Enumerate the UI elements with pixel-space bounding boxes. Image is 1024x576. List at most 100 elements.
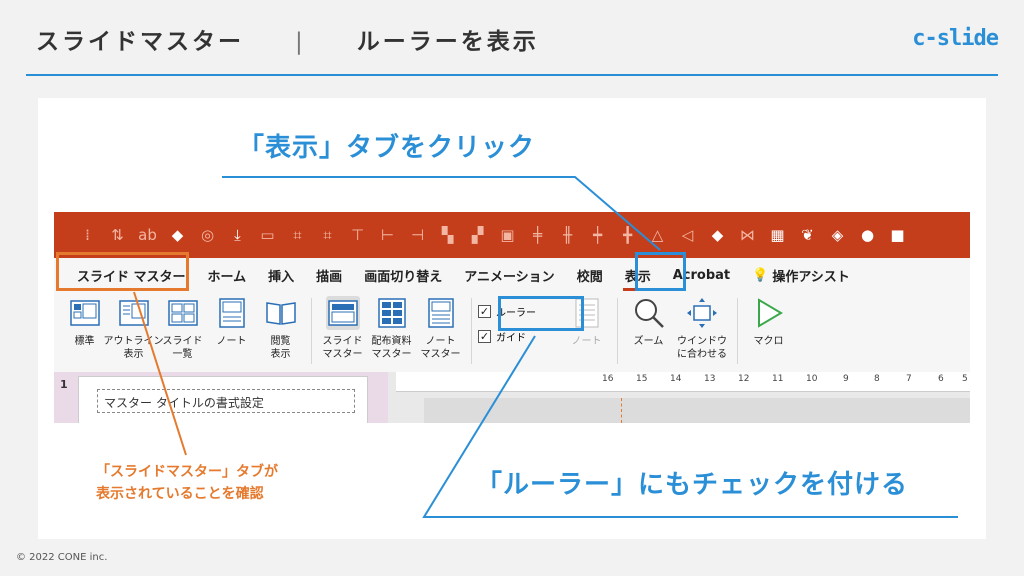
- ruler-tick: 16: [602, 374, 614, 384]
- workspace: 1 マスター タイトルの書式設定 16 15 14 13 12 11 10 9 …: [54, 372, 970, 423]
- slide-canvas[interactable]: [424, 398, 970, 423]
- ruler-tick: 5: [962, 374, 968, 384]
- table-icon[interactable]: ▦: [768, 226, 787, 244]
- thumbnail-pane: 1 マスター タイトルの書式設定: [54, 372, 388, 423]
- slide-sorter-button[interactable]: スライド 一覧: [158, 296, 207, 361]
- highlight-slide-master-tab: [56, 252, 189, 291]
- ungroup-icon[interactable]: ▞: [468, 226, 487, 244]
- format-icon[interactable]: ▭: [258, 226, 277, 244]
- callout-master-tab: 「スライドマスター」タブが 表示されていることを確認: [96, 461, 278, 505]
- tab-animations[interactable]: アニメーション: [453, 266, 565, 285]
- download-icon[interactable]: ⤓: [228, 226, 247, 244]
- crop-2-icon[interactable]: ⌗: [318, 226, 337, 244]
- align-top-icon[interactable]: ⊤: [348, 226, 367, 244]
- fit-window-button[interactable]: ウインドウ に合わせる: [673, 296, 731, 361]
- ribbon-divider: [471, 298, 472, 364]
- handout-master-button[interactable]: 配布資料 マスター: [367, 296, 416, 361]
- slide-thumbnail[interactable]: マスター タイトルの書式設定: [78, 376, 368, 423]
- ruler-check-icon: ✓: [478, 305, 491, 318]
- reading-view-button[interactable]: 閲覧 表示: [256, 296, 305, 361]
- ruler-tick: 13: [704, 374, 716, 384]
- group-icon[interactable]: ▚: [438, 226, 457, 244]
- tell-me-label: 操作アシスト: [772, 269, 850, 285]
- normal-view-icon: [68, 296, 102, 330]
- slide-title-sub: ルーラーを表示: [356, 29, 539, 55]
- outline-view-label-2: 表示: [123, 349, 144, 360]
- ribbon-divider: [311, 298, 312, 364]
- slide-master-label-1: スライド: [322, 336, 363, 347]
- reading-view-label-1: 閲覧: [270, 336, 291, 347]
- copyright: © 2022 CONE inc.: [16, 552, 108, 563]
- crop-icon[interactable]: ⌗: [288, 226, 307, 244]
- tag-icon[interactable]: ◆: [708, 226, 727, 244]
- leaf-icon[interactable]: ❦: [798, 226, 817, 244]
- ruler-tick: 12: [738, 374, 750, 384]
- shapes-icon[interactable]: ◈: [828, 226, 847, 244]
- callout-master-tab-line1: 「スライドマスター」タブが: [96, 464, 278, 480]
- tab-review[interactable]: 校閲: [566, 266, 614, 285]
- circle-icon[interactable]: ●: [858, 226, 877, 244]
- frame-icon[interactable]: ▣: [498, 226, 517, 244]
- notes-toggle-label: ノート: [571, 336, 602, 347]
- shape-fill-icon[interactable]: ◆: [168, 226, 187, 244]
- lightbulb-icon: 💡: [752, 267, 769, 283]
- effects-icon[interactable]: ◎: [198, 226, 217, 244]
- normal-view-button[interactable]: 標準: [60, 296, 109, 348]
- brand-logo: c-slide: [912, 26, 999, 51]
- text-ab-icon[interactable]: ab: [138, 226, 157, 244]
- merge-icon[interactable]: ⋈: [738, 226, 757, 244]
- slide-sorter-label-2: 一覧: [172, 349, 193, 360]
- tab-insert[interactable]: 挿入: [257, 266, 305, 285]
- arrow-left-icon[interactable]: ◁: [678, 226, 697, 244]
- ruler-tick: 9: [843, 374, 849, 384]
- tab-home[interactable]: ホーム: [197, 266, 258, 285]
- ribbon-divider: [617, 298, 618, 364]
- ruler-tick: 11: [772, 374, 784, 384]
- notes-master-button[interactable]: ノート マスター: [416, 296, 465, 361]
- align-right-icon[interactable]: ⊣: [408, 226, 427, 244]
- macro-button[interactable]: マクロ: [744, 296, 793, 348]
- quick-access-toolbar: ⁞ ⇅ ab ◆ ◎ ⤓ ▭ ⌗ ⌗ ⊤ ⊢ ⊣ ▚ ▞ ▣ ╪ ╫ ┿ ╋ △…: [54, 212, 970, 258]
- ribbon-tabs: スライド マスター ホーム 挿入 描画 画面切り替え アニメーション 校閲 表示…: [54, 258, 970, 292]
- zoom-button[interactable]: ズーム: [624, 296, 673, 348]
- drag-handle-icon[interactable]: ⁞: [78, 226, 97, 244]
- handout-master-icon: [375, 296, 409, 330]
- horizontal-ruler[interactable]: 16 15 14 13 12 11 10 9 8 7 6 5: [396, 372, 970, 392]
- outline-view-icon: [117, 296, 151, 330]
- outline-view-label-1: アウトライン: [103, 336, 164, 347]
- outline-view-button[interactable]: アウトライン 表示: [104, 296, 164, 361]
- ruler-tick: 15: [636, 374, 648, 384]
- tab-tell-me[interactable]: 💡 操作アシスト: [741, 266, 861, 285]
- distribute-icon[interactable]: ╪: [528, 226, 547, 244]
- middle-icon[interactable]: ╋: [618, 226, 637, 244]
- tab-draw[interactable]: 描画: [305, 266, 353, 285]
- slide-sorter-icon: [166, 296, 200, 330]
- normal-view-label: 標準: [74, 336, 95, 347]
- align-left-icon[interactable]: ⊢: [378, 226, 397, 244]
- notes-page-label: ノート: [216, 336, 247, 347]
- notes-page-button[interactable]: ノート: [207, 296, 256, 348]
- slide-title: スライドマスター | ルーラーを表示: [36, 22, 539, 56]
- flip-icon[interactable]: △: [648, 226, 667, 244]
- guides-checkbox[interactable]: ✓ ガイド: [478, 329, 562, 344]
- thumbnail-number: 1: [60, 378, 68, 391]
- title-separator: |: [295, 29, 306, 55]
- play-icon: [752, 296, 786, 330]
- callout-ruler-check: 「ルーラー」にもチェックを付ける: [476, 470, 909, 500]
- book-icon: [264, 296, 298, 330]
- notes-master-icon: [424, 296, 458, 330]
- square-icon[interactable]: ■: [888, 226, 907, 244]
- center-icon[interactable]: ┿: [588, 226, 607, 244]
- tab-transitions[interactable]: 画面切り替え: [353, 266, 453, 285]
- ruler-tick: 14: [670, 374, 682, 384]
- slide-sorter-label-1: スライド: [162, 336, 203, 347]
- fit-window-icon: [685, 296, 719, 330]
- ruler-tick: 7: [906, 374, 912, 384]
- distribute-v-icon[interactable]: ╫: [558, 226, 577, 244]
- slide-master-button[interactable]: スライド マスター: [318, 296, 367, 361]
- highlight-view-tab: [635, 252, 686, 291]
- reading-view-label-2: 表示: [270, 349, 291, 360]
- guide-line[interactable]: [621, 398, 622, 423]
- order-icon[interactable]: ⇅: [108, 226, 127, 244]
- ribbon-divider: [737, 298, 738, 364]
